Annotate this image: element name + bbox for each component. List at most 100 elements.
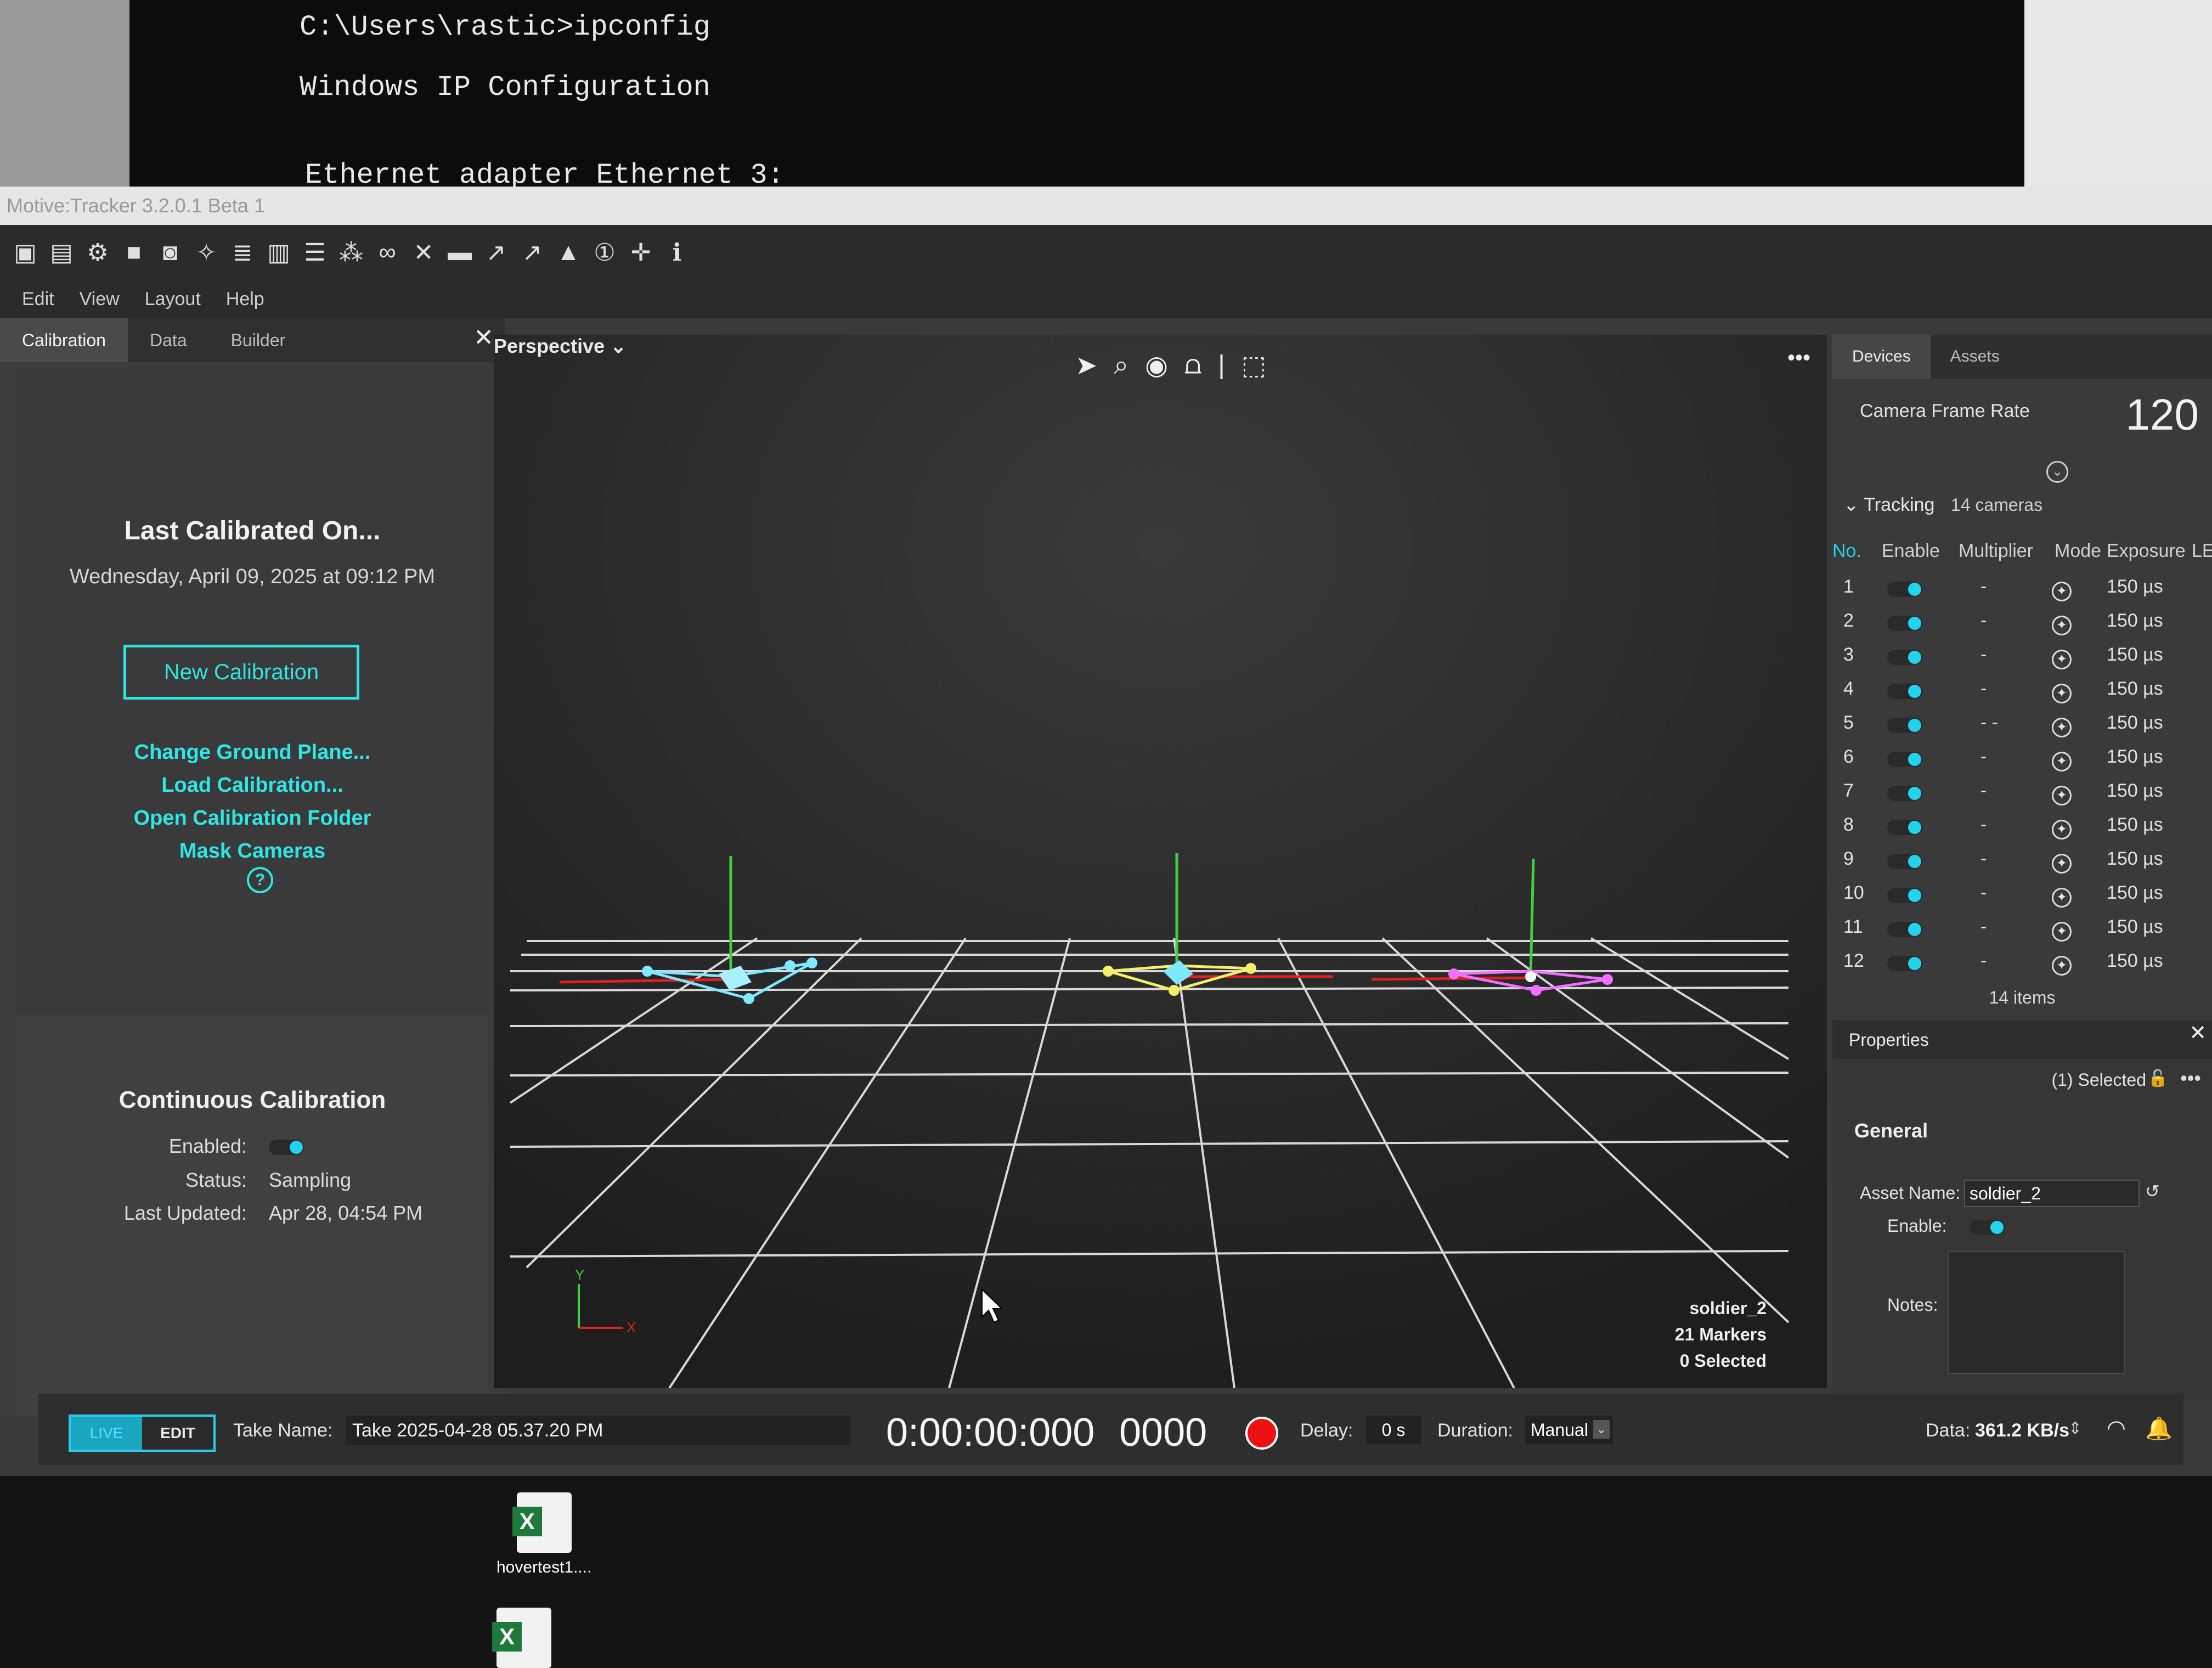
undo-icon[interactable]: ↺	[2145, 1181, 2160, 1202]
cam-enable-toggle[interactable]	[1887, 582, 1922, 597]
cam-enable-toggle[interactable]	[1887, 684, 1922, 699]
col-no[interactable]: No.	[1832, 540, 1861, 562]
cam-enable-toggle[interactable]	[1887, 650, 1922, 665]
menu-help[interactable]: Help	[226, 289, 264, 310]
cam-enable-toggle[interactable]	[1887, 718, 1922, 733]
expand-chevron-icon[interactable]: ⌄	[2046, 461, 2068, 483]
cam-enable-toggle[interactable]	[1887, 616, 1922, 631]
menu-edit[interactable]: Edit	[22, 289, 54, 310]
tracking-mode-icon[interactable]: ✦	[2052, 582, 2072, 601]
camera-frame-rate-value[interactable]: 120	[2126, 390, 2199, 440]
link-icon[interactable]: ∞	[373, 238, 402, 267]
cc-enabled-toggle[interactable]	[269, 1140, 304, 1156]
graph-icon[interactable]: ↗	[482, 238, 510, 267]
tracking-mode-icon[interactable]: ✦	[2052, 650, 2072, 669]
keyboard-icon[interactable]: ▬	[445, 238, 474, 267]
open-calibration-folder-link[interactable]: Open Calibration Folder	[16, 807, 488, 830]
save-all-icon[interactable]: ▤	[47, 238, 76, 267]
delay-input[interactable]: 0 s	[1366, 1416, 1421, 1444]
perspective-dropdown[interactable]: Perspective ⌄	[494, 335, 627, 358]
tracking-mode-icon[interactable]: ✦	[2052, 854, 2072, 874]
cam-exposure[interactable]: 150 µs	[2107, 610, 2163, 632]
cam-exposure[interactable]: 150 µs	[2107, 814, 2163, 836]
menu-view[interactable]: View	[80, 289, 120, 310]
cam-enable-toggle[interactable]	[1887, 956, 1922, 971]
take-name-input[interactable]: Take 2025-04-28 05.37.20 PM	[346, 1416, 850, 1445]
tracking-mode-icon[interactable]: ✦	[2052, 786, 2072, 805]
marquee-select-icon[interactable]: ⬚	[1242, 350, 1266, 381]
table-row[interactable]: 6 - ✦ 150 µs	[1832, 741, 2212, 775]
headset-icon[interactable]: ◠	[2107, 1416, 2126, 1441]
scene-canvas[interactable]: Y X	[494, 335, 1827, 1388]
hierarchy-icon[interactable]: ⁂	[337, 238, 365, 267]
graph-2-icon[interactable]: ↗	[518, 238, 546, 267]
lock-icon[interactable]: 🔓	[2148, 1069, 2168, 1088]
help-icon[interactable]: ?	[247, 867, 273, 893]
tab-assets[interactable]: Assets	[1931, 335, 2019, 379]
save-icon[interactable]: ▣	[11, 238, 40, 267]
cam-exposure[interactable]: 150 µs	[2107, 780, 2163, 802]
tracking-mode-icon[interactable]: ✦	[2052, 616, 2072, 635]
sort-arrows-icon[interactable]: ⇕	[2068, 1419, 2082, 1438]
mask-cameras-link[interactable]: Mask Cameras	[16, 839, 488, 863]
col-exposure[interactable]: Exposure	[2107, 540, 2186, 562]
one-icon[interactable]: ①	[590, 238, 619, 267]
change-ground-plane-link[interactable]: Change Ground Plane...	[16, 741, 488, 764]
trash-icon[interactable]: ▥	[264, 238, 293, 267]
cam-exposure[interactable]: 150 µs	[2107, 848, 2163, 870]
cam-exposure[interactable]: 150 µs	[2107, 916, 2163, 938]
tracking-mode-icon[interactable]: ✦	[2052, 922, 2072, 942]
record-button[interactable]	[1245, 1417, 1278, 1450]
asset-enable-toggle[interactable]	[1970, 1219, 2005, 1235]
tracking-mode-icon[interactable]: ✦	[2052, 752, 2072, 771]
table-row[interactable]: 10 - ✦ 150 µs	[1832, 877, 2212, 911]
info-icon[interactable]: ℹ	[663, 238, 691, 267]
table-row[interactable]: 11 - ✦ 150 µs	[1832, 911, 2212, 945]
cam-enable-toggle[interactable]	[1887, 820, 1922, 835]
cam-enable-toggle[interactable]	[1887, 752, 1922, 767]
select-cursor-icon[interactable]: ➤	[1075, 350, 1097, 381]
tab-data[interactable]: Data	[128, 318, 209, 362]
database-icon[interactable]: ≣	[228, 238, 257, 267]
eye-icon[interactable]: ◉	[1145, 350, 1168, 381]
close-icon[interactable]: ✕	[473, 324, 494, 352]
tracking-group-header[interactable]: ⌄ Tracking 14 cameras	[1843, 494, 2042, 516]
tab-builder[interactable]: Builder	[209, 318, 308, 362]
tracking-mode-icon[interactable]: ✦	[2052, 888, 2072, 908]
col-le[interactable]: LE	[2192, 540, 2212, 562]
cam-exposure[interactable]: 150 µs	[2107, 882, 2163, 904]
settings-gear-icon[interactable]: ⚙	[83, 238, 112, 267]
panel-icon[interactable]: ■	[120, 238, 148, 267]
live-button[interactable]: LIVE	[71, 1417, 142, 1450]
table-row[interactable]: 12 - ✦ 150 µs	[1832, 945, 2212, 979]
more-options-icon[interactable]: •••	[1787, 346, 1810, 370]
table-row[interactable]: 4 - ✦ 150 µs	[1832, 673, 2212, 707]
table-row[interactable]: 5 - - ✦ 150 µs	[1832, 707, 2212, 741]
cam-enable-toggle[interactable]	[1887, 854, 1922, 869]
camera-icon[interactable]: ◙	[156, 238, 184, 267]
tools-icon[interactable]: ✕	[409, 238, 438, 267]
more-options-icon[interactable]: •••	[2180, 1067, 2201, 1090]
cam-exposure[interactable]: 150 µs	[2107, 950, 2163, 972]
3d-viewport[interactable]: Y X Perspective ⌄ ➤ ⌕ ◉ ⩍ | ⬚ ••• soldie…	[494, 335, 1827, 1388]
bell-icon[interactable]: 🔔	[2145, 1416, 2172, 1441]
table-row[interactable]: 1 - ✦ 150 µs	[1832, 571, 2212, 605]
load-calibration-link[interactable]: Load Calibration...	[16, 774, 488, 797]
col-mode[interactable]: Mode	[2055, 540, 2101, 562]
close-icon[interactable]: ✕	[2189, 1021, 2207, 1045]
cam-exposure[interactable]: 150 µs	[2107, 644, 2163, 666]
crosshair-icon[interactable]: ✛	[627, 238, 655, 267]
zoom-icon[interactable]: ⌕	[1114, 350, 1128, 381]
menu-layout[interactable]: Layout	[145, 289, 201, 310]
tab-devices[interactable]: Devices	[1832, 335, 1931, 379]
tracking-mode-icon[interactable]: ✦	[2052, 684, 2072, 703]
tracking-mode-icon[interactable]: ✦	[2052, 956, 2072, 976]
table-row[interactable]: 8 - ✦ 150 µs	[1832, 809, 2212, 843]
table-row[interactable]: 2 - ✦ 150 µs	[1832, 605, 2212, 639]
edit-button[interactable]: EDIT	[142, 1417, 213, 1450]
general-section-title[interactable]: General	[1854, 1119, 1928, 1142]
tracking-mode-icon[interactable]: ✦	[2052, 820, 2072, 839]
list-icon[interactable]: ☰	[301, 238, 329, 267]
table-row[interactable]: 9 - ✦ 150 µs	[1832, 843, 2212, 877]
orbit-icon[interactable]: ⩍	[1184, 350, 1201, 381]
